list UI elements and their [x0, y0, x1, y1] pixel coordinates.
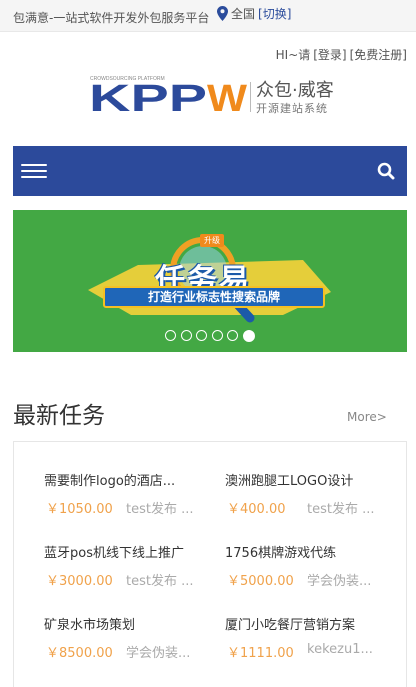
task-card[interactable]: 矿泉水市场策划 ￥8500.00 学会伪装... — [44, 614, 204, 674]
more-link[interactable]: More> — [347, 410, 387, 424]
carousel-dot[interactable] — [196, 330, 207, 341]
task-name: 蓝牙pos机线下线上推广 — [44, 546, 184, 561]
task-publisher: test发布 ... — [126, 574, 194, 589]
carousel-dot-active[interactable] — [242, 329, 255, 342]
login-link[interactable]: [登录] — [313, 48, 346, 62]
task-name: 厦门小吃餐厅营销方案 — [225, 618, 356, 633]
carousel-dot[interactable] — [180, 330, 192, 341]
location-pin-icon — [217, 6, 228, 21]
task-name: 需要制作logo的酒店... — [44, 474, 176, 489]
task-price: ￥8500.00 — [46, 646, 113, 661]
site-logo[interactable]: CROWDSOURCING PLATFORM KPP W 众包·威客 开源建站系… — [89, 68, 339, 118]
task-card[interactable]: 澳洲跑腿工LOGO设计 ￥400.00 test发布 ... — [225, 470, 385, 530]
hamburger-menu-icon[interactable] — [21, 160, 47, 182]
task-card[interactable]: 蓝牙pos机线下线上推广 ￥3000.00 test发布 ... — [44, 542, 204, 602]
location-label: 全国 — [231, 7, 256, 21]
task-name: 矿泉水市场策划 — [44, 618, 136, 633]
task-publisher: test发布 ... — [126, 502, 194, 517]
task-price: ￥5000.00 — [227, 574, 294, 589]
register-link[interactable]: [免费注册] — [350, 48, 407, 62]
svg-text:W: W — [207, 78, 247, 118]
banner-subtitle: 打造行业标志性搜索品牌 — [103, 286, 325, 308]
banner-carousel[interactable]: 升级 任务易 打造行业标志性搜索品牌 — [13, 210, 407, 352]
logo-name: 众包·威客 — [256, 80, 334, 101]
carousel-dots — [165, 329, 259, 342]
location-selector[interactable]: 全国 [切换] — [217, 5, 291, 22]
task-publisher: test发布 ... — [307, 502, 375, 517]
banner-tag: 升级 — [200, 234, 224, 247]
logo-tagline: 开源建站系统 — [256, 102, 328, 115]
search-icon[interactable] — [377, 162, 395, 180]
task-card[interactable]: 1756棋牌游戏代练 ￥5000.00 学会伪装... — [225, 542, 385, 602]
logo-divider — [250, 82, 251, 112]
task-price: ￥1050.00 — [46, 502, 113, 517]
svg-text:KPP: KPP — [89, 78, 207, 118]
carousel-dot[interactable] — [227, 330, 238, 341]
task-publisher: 学会伪装... — [126, 646, 191, 661]
task-price: ￥1111.00 — [227, 646, 294, 661]
carousel-dot[interactable] — [165, 330, 176, 341]
task-list-panel: 需要制作logo的酒店... ￥1050.00 test发布 ... 澳洲跑腿工… — [13, 441, 407, 687]
auth-links: HI~请 [登录] [免费注册] — [273, 46, 407, 63]
carousel-dot[interactable] — [211, 330, 223, 341]
site-slogan: 包满意-一站式软件开发外包服务平台 — [13, 11, 210, 25]
task-card[interactable]: 厦门小吃餐厅营销方案 ￥1111.00 kekezu1... — [225, 614, 385, 674]
task-price: ￥400.00 — [227, 502, 286, 517]
kppw-logo-mark: CROWDSOURCING PLATFORM KPP W — [89, 76, 247, 118]
task-card[interactable]: 需要制作logo的酒店... ￥1050.00 test发布 ... — [44, 470, 204, 530]
top-bar: 包满意-一站式软件开发外包服务平台 全国 [切换] — [0, 0, 416, 32]
task-publisher: 学会伪装... — [307, 574, 372, 589]
section-title: 最新任务 — [13, 403, 105, 429]
switch-location-link[interactable]: [切换] — [258, 5, 291, 22]
task-name: 1756棋牌游戏代练 — [225, 546, 337, 561]
nav-bar — [13, 146, 407, 196]
task-name: 澳洲跑腿工LOGO设计 — [225, 474, 354, 489]
greeting-text: HI~请 — [275, 48, 311, 62]
task-publisher: kekezu1... — [307, 642, 373, 657]
task-price: ￥3000.00 — [46, 574, 113, 589]
